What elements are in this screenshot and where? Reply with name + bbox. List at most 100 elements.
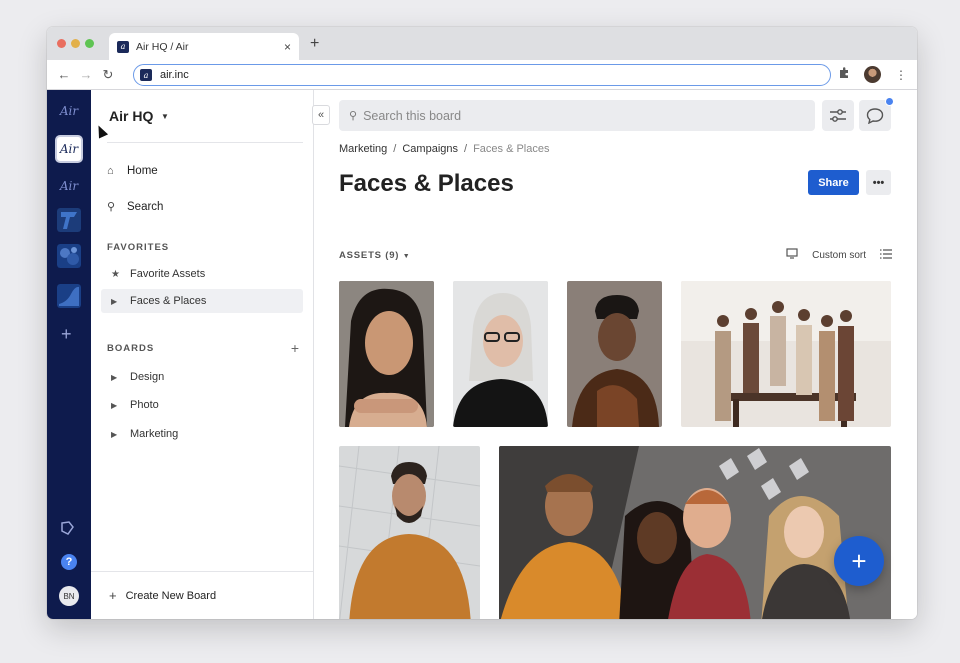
wave-logo-icon [57, 284, 81, 308]
breadcrumb-current: Faces & Places [473, 143, 550, 155]
board-item-label: Design [130, 371, 165, 383]
browser-tab[interactable]: a Air HQ / Air × [109, 33, 299, 60]
filter-settings-button[interactable] [822, 100, 854, 131]
workspace-air-hq[interactable]: Air [55, 135, 83, 163]
asset-thumbnail[interactable] [499, 446, 891, 619]
favorite-item-assets[interactable]: ★ Favorite Assets [101, 262, 303, 286]
address-bar[interactable]: a air.inc [133, 64, 831, 86]
asset-thumbnail[interactable] [453, 281, 548, 427]
asset-thumbnail[interactable] [567, 281, 662, 427]
breadcrumb: Marketing / Campaigns / Faces & Places [339, 143, 549, 155]
tab-title: Air HQ / Air [136, 40, 189, 53]
board-search-input[interactable]: ⚲ Search this board [339, 100, 815, 131]
favorite-item-faces-places[interactable]: ▶ Faces & Places [101, 289, 303, 313]
new-tab-button[interactable]: + [310, 35, 319, 53]
sort-toolbar: Custom sort [786, 248, 892, 262]
caret-right-icon[interactable]: ▶ [111, 373, 121, 382]
create-board-label: Create New Board [125, 589, 217, 602]
browser-menu-icon[interactable]: ⋮ [895, 68, 907, 82]
favorite-item-label: Faces & Places [130, 295, 207, 307]
boards-header: BOARDS [107, 343, 155, 354]
breadcrumb-item[interactable]: Marketing [339, 143, 387, 155]
air-favicon-icon: a [117, 40, 129, 53]
maximize-window-button[interactable] [85, 39, 94, 48]
notification-dot [885, 97, 894, 106]
nav-search[interactable]: ⚲ Search [107, 200, 164, 214]
caret-right-icon[interactable]: ▶ [111, 401, 121, 410]
breadcrumb-separator: / [464, 143, 468, 155]
board-item-label: Photo [130, 399, 159, 411]
portrait-photo [339, 446, 480, 619]
nav-home-label: Home [127, 165, 158, 177]
sliders-icon [830, 108, 846, 122]
tab-close-icon[interactable]: × [284, 40, 291, 54]
user-avatar[interactable]: BN [59, 586, 79, 606]
portrait-photo [453, 281, 548, 427]
favorite-item-label: Favorite Assets [130, 268, 206, 280]
back-arrow-icon[interactable]: ← [53, 67, 75, 82]
minimize-window-button[interactable] [71, 39, 80, 48]
texture-logo-icon [57, 244, 81, 268]
help-icon[interactable]: ? [61, 554, 77, 570]
collapse-sidebar-button[interactable]: « [312, 105, 330, 125]
nav-search-label: Search [127, 200, 164, 213]
browser-toolbar: ← → ↻ a air.inc ⋮ [47, 60, 917, 90]
workspace-rail: Air Air Air + ? BN [47, 90, 91, 619]
board-item-photo[interactable]: ▶ Photo [101, 393, 303, 417]
home-icon: ⌂ [107, 165, 114, 177]
browser-window: a Air HQ / Air × + ← → ↻ a air.inc ⋮ Air… [47, 27, 917, 619]
search-icon: ⚲ [349, 110, 358, 122]
board-main: ⚲ Search this board Marketing / Campaign… [314, 90, 917, 619]
board-item-design[interactable]: ▶ Design [101, 365, 303, 389]
add-workspace-button[interactable]: + [61, 324, 72, 345]
whats-new-icon[interactable] [59, 520, 75, 539]
breadcrumb-item[interactable]: Campaigns [402, 143, 458, 155]
more-options-button[interactable]: ••• [866, 170, 891, 195]
board-sidebar: Air HQ ▼ ⌂ Home ⚲ Search FAVORITES ★ Fav… [91, 90, 314, 619]
speech-bubble-icon [866, 107, 884, 124]
portrait-photo [567, 281, 662, 427]
workspace-name[interactable]: Air HQ [109, 108, 153, 124]
breadcrumb-separator: / [393, 143, 397, 155]
star-icon: ★ [111, 268, 120, 280]
list-view-icon[interactable] [880, 248, 892, 262]
profile-avatar[interactable] [864, 66, 881, 83]
workspace-t-logo[interactable] [55, 207, 83, 233]
plus-icon: + [109, 588, 117, 603]
custom-sort-dropdown[interactable]: Custom sort [812, 250, 866, 261]
assets-count-dropdown[interactable]: ASSETS (9) ▼ [339, 250, 410, 261]
divider [107, 142, 303, 143]
workspace-texture[interactable] [55, 243, 83, 269]
caret-right-icon[interactable]: ▶ [111, 430, 121, 439]
caret-right-icon[interactable]: ▶ [111, 297, 121, 306]
add-asset-fab[interactable]: + [834, 536, 884, 586]
portrait-photo [339, 281, 434, 427]
reload-icon[interactable]: ↻ [97, 67, 119, 83]
nav-home[interactable]: ⌂ Home [107, 165, 158, 177]
asset-thumbnail[interactable] [681, 281, 891, 427]
board-item-marketing[interactable]: ▶ Marketing [101, 422, 303, 446]
page-title: Faces & Places [339, 170, 514, 197]
workspace-air[interactable]: Air [55, 173, 83, 199]
air-favicon-icon: a [140, 69, 152, 81]
url-text: air.inc [160, 69, 189, 81]
air-logo-icon: Air [59, 104, 79, 118]
workspace-wave[interactable] [55, 283, 83, 309]
asset-thumbnail[interactable] [339, 281, 434, 427]
workspace-caret-icon[interactable]: ▼ [161, 112, 169, 121]
extensions-puzzle-icon[interactable] [838, 67, 850, 82]
tab-bar: a Air HQ / Air × + [47, 27, 917, 60]
group-photo [681, 281, 891, 427]
monitor-icon[interactable] [786, 248, 798, 262]
search-icon: ⚲ [107, 201, 116, 213]
asset-thumbnail[interactable] [339, 446, 480, 619]
close-window-button[interactable] [57, 39, 66, 48]
add-board-button[interactable]: + [291, 340, 299, 356]
create-new-board-button[interactable]: + Create New Board [91, 571, 313, 619]
search-placeholder: Search this board [363, 108, 462, 123]
forward-arrow-icon[interactable]: → [75, 67, 97, 82]
t-logo-icon [57, 208, 81, 232]
share-button[interactable]: Share [808, 170, 859, 195]
chevron-down-icon: ▼ [402, 253, 411, 260]
comments-button[interactable] [859, 97, 894, 131]
